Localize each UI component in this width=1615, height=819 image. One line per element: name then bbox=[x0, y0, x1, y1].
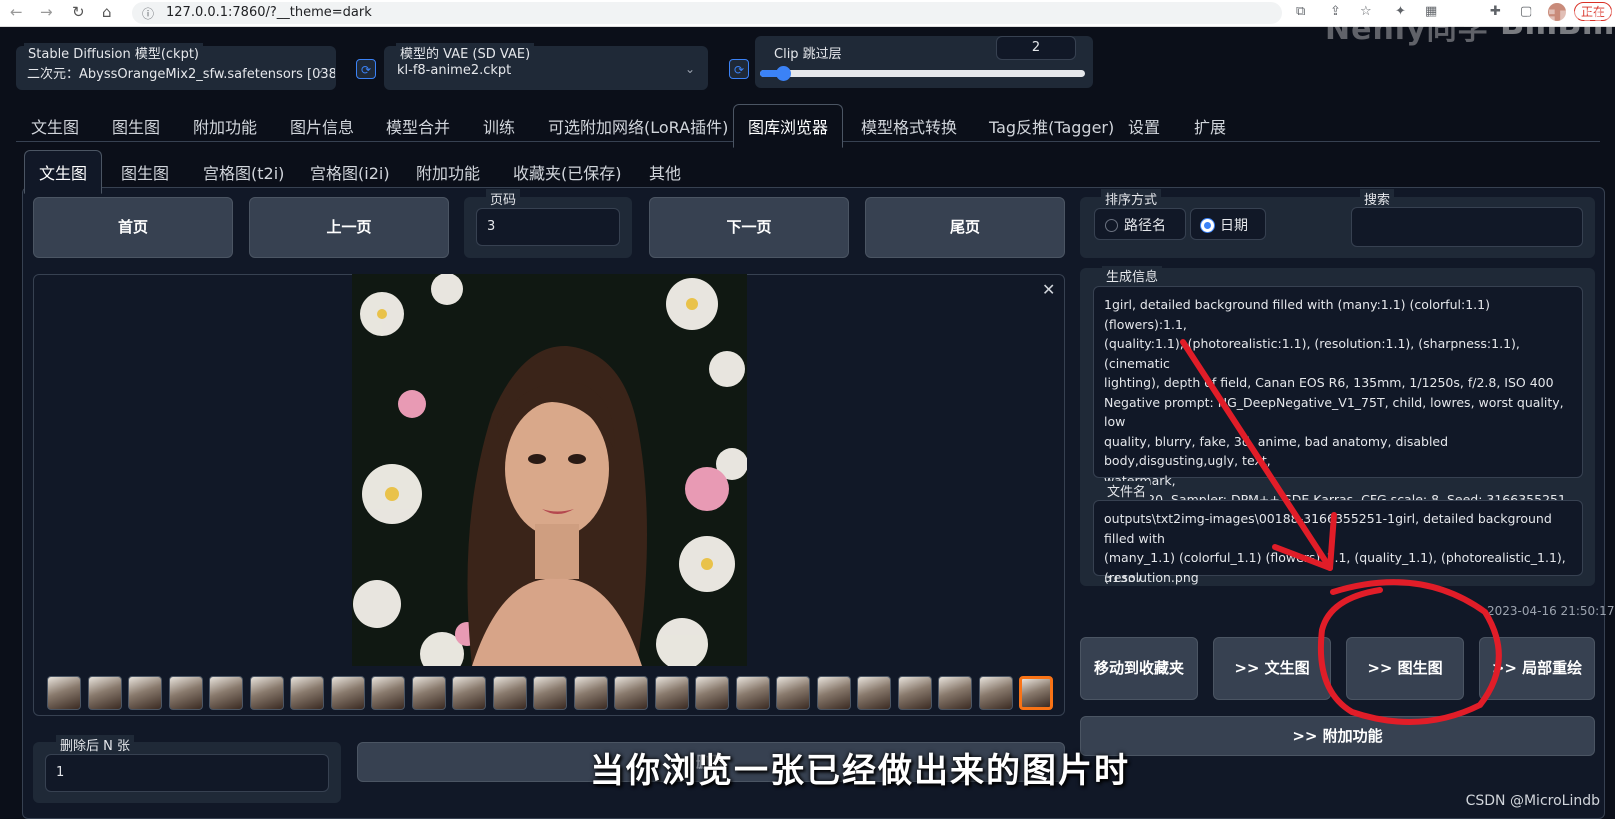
annotation-overlay bbox=[1180, 339, 1502, 725]
video-subtitle: 当你浏览一张已经做出来的图片时 bbox=[590, 751, 1130, 791]
annotation-circle bbox=[1317, 579, 1502, 725]
annotation-arrow bbox=[1180, 339, 1333, 571]
csdn-credit: CSDN @MicroLindb bbox=[1465, 793, 1600, 809]
